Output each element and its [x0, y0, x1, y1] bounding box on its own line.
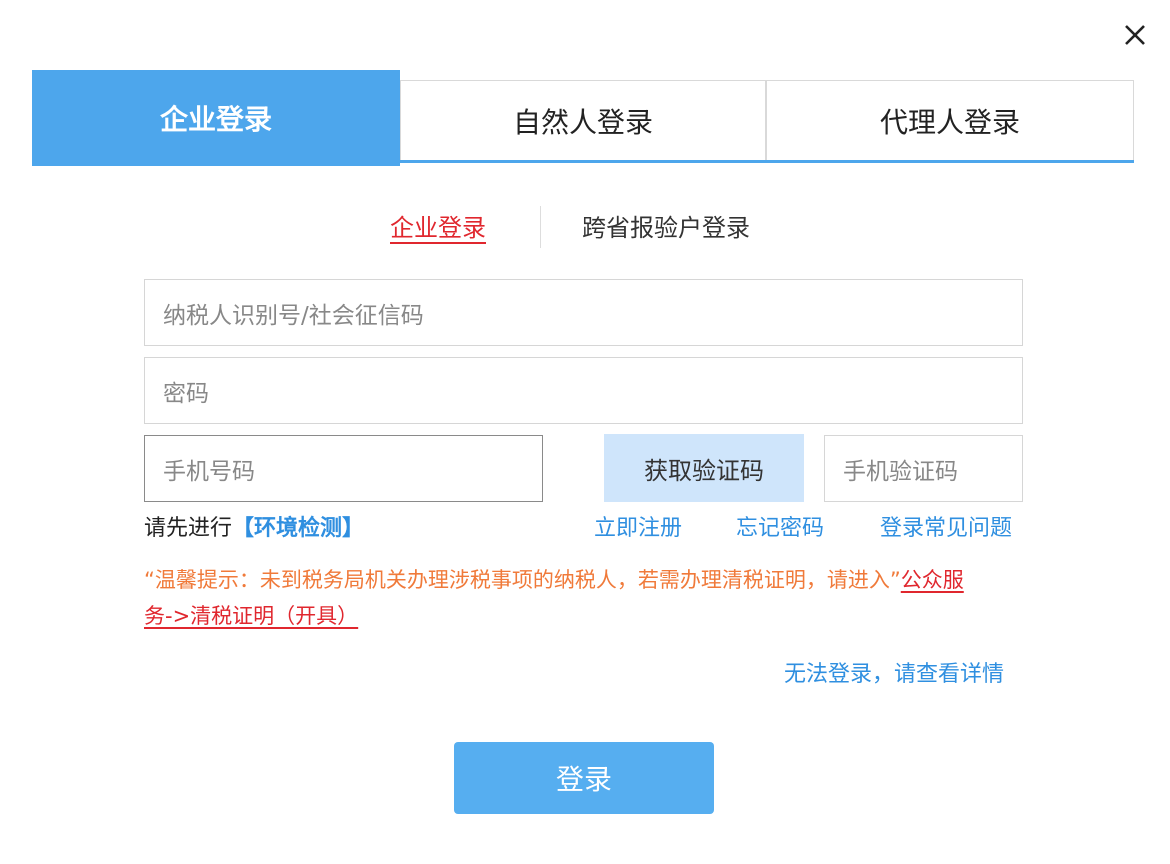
login-button[interactable]: 登录 [454, 742, 714, 814]
subtab-divider [540, 206, 541, 248]
tabs-underline [400, 160, 1134, 163]
sms-code-input[interactable]: 手机验证码 [824, 435, 1023, 502]
login-faq-link[interactable]: 登录常见问题 [880, 510, 1012, 542]
phone-input[interactable]: 手机号码 [144, 435, 543, 502]
password-placeholder: 密码 [163, 380, 209, 407]
phone-placeholder: 手机号码 [163, 458, 255, 485]
subtab-enterprise-login[interactable]: 企业登录 [390, 208, 486, 243]
login-type-tabs: 企业登录 自然人登录 代理人登录 [32, 70, 1134, 166]
tab-agent-login[interactable]: 代理人登录 [766, 80, 1134, 160]
close-button[interactable] [1118, 18, 1152, 52]
taxid-input[interactable]: 纳税人识别号/社会征信码 [144, 279, 1023, 346]
taxid-placeholder: 纳税人识别号/社会征信码 [163, 302, 424, 329]
register-link[interactable]: 立即注册 [594, 510, 682, 542]
tab-enterprise-login[interactable]: 企业登录 [32, 70, 400, 166]
login-help-link[interactable]: 无法登录，请查看详情 [784, 656, 1004, 688]
subtab-cross-province-login[interactable]: 跨省报验户登录 [582, 208, 750, 243]
env-check-link[interactable]: 【环境检测】 [232, 516, 364, 541]
tab-natural-person-login[interactable]: 自然人登录 [400, 80, 766, 160]
notice-body: “温馨提示：未到税务局机关办理涉税事项的纳税人，若需办理清税证明，请进入” [144, 568, 901, 592]
sms-code-placeholder: 手机验证码 [843, 458, 958, 485]
env-check-prefix: 请先进行 [144, 516, 233, 541]
get-verification-code-button[interactable]: 获取验证码 [604, 434, 804, 502]
notice-text: “温馨提示：未到税务局机关办理涉税事项的纳税人，若需办理清税证明，请进入”公众服… [144, 562, 984, 634]
password-input[interactable]: 密码 [144, 357, 1023, 424]
login-subtabs: 企业登录 跨省报验户登录 [300, 200, 870, 250]
forgot-password-link[interactable]: 忘记密码 [736, 510, 824, 542]
close-icon [1125, 25, 1145, 45]
env-check-row: 请先进行【环境检测】 [144, 510, 364, 542]
